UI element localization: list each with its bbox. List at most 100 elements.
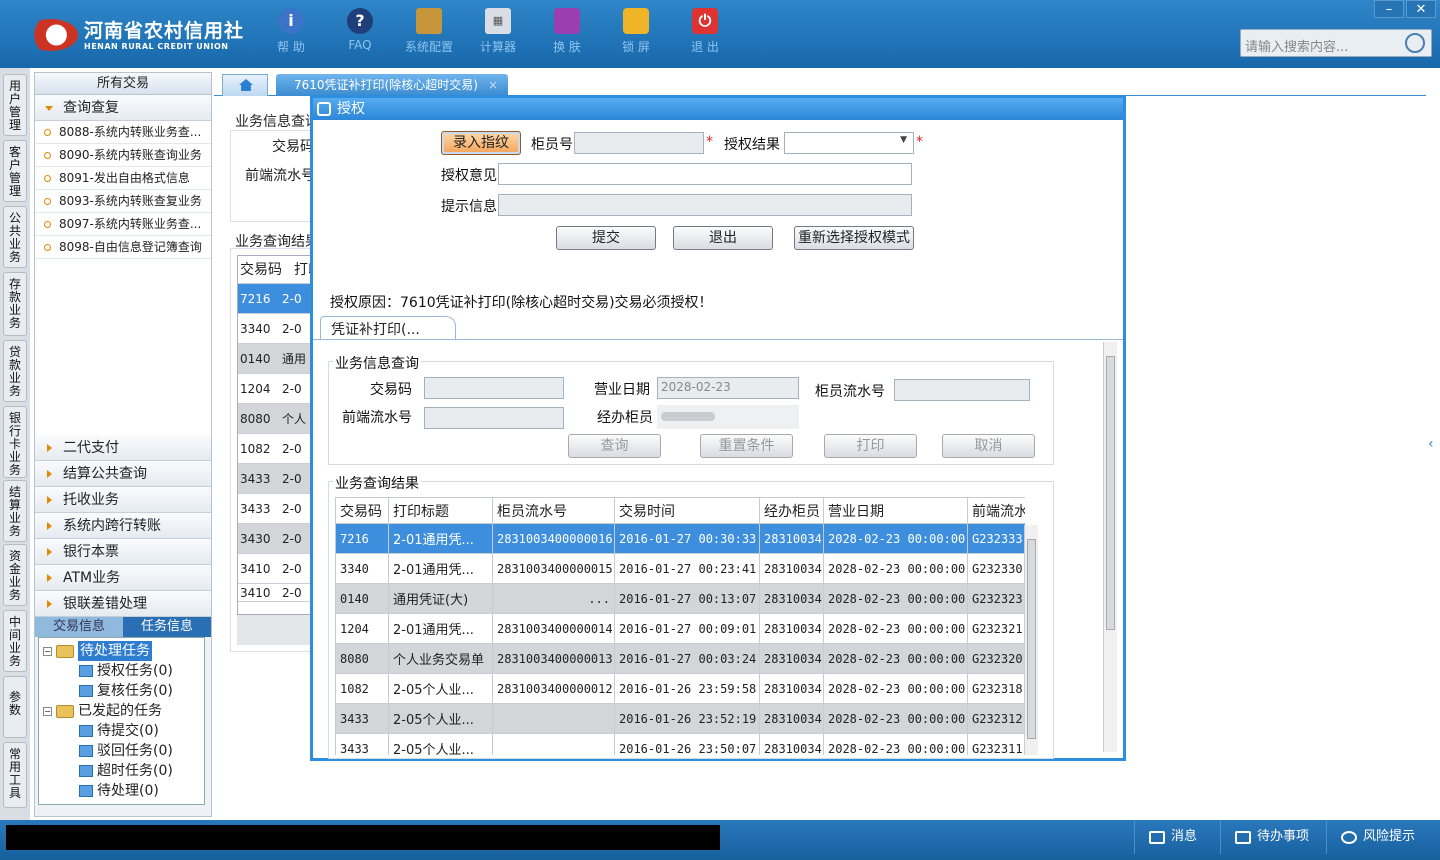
tree-node-to-process[interactable]: 待处理(0) — [39, 781, 204, 801]
tab-task-info[interactable]: 任务信息 — [123, 617, 211, 637]
submit-button[interactable]: 提交 — [556, 226, 656, 250]
checkbox-icon — [1235, 830, 1251, 844]
skin-button[interactable]: 换 肤 — [538, 8, 596, 60]
vtab-public-business[interactable]: 公共业务 — [3, 206, 27, 268]
table-scrollbar[interactable] — [1024, 525, 1038, 755]
toolbox-icon — [416, 8, 442, 34]
auth-result-select[interactable]: ▼ — [784, 132, 914, 154]
tree-node-to-submit[interactable]: 待提交(0) — [39, 721, 204, 741]
group-settlement-public-query[interactable]: 结算公共查询 — [35, 461, 211, 487]
list-item[interactable]: 8088-系统内转账业务查... — [35, 121, 211, 144]
reset-button[interactable]: 重置条件 — [700, 434, 793, 458]
messages-button[interactable]: 消息 — [1134, 820, 1226, 854]
table-row[interactable]: 3430 2-0 — [238, 524, 316, 554]
vtab-loan-business[interactable]: 贷款业务 — [3, 340, 27, 402]
results-table: 交易码 打印标题 柜员流水号 交易时间 经办柜员 营业日期 前端流水 7216 2-01通用凭… — [335, 497, 1025, 755]
system-config-button[interactable]: 系统配置 — [400, 8, 458, 60]
vtab-common-tools[interactable]: 常用工具 — [3, 742, 27, 808]
tab-transaction-info[interactable]: 交易信息 — [35, 617, 123, 637]
cancel-button[interactable]: 取消 — [942, 434, 1035, 458]
exit-button[interactable]: ⏻ 退 出 — [676, 8, 734, 60]
reselect-mode-button[interactable]: 重新选择授权模式 — [794, 226, 914, 250]
table-row[interactable]: 3410 2-0 — [238, 584, 316, 602]
group-interbank-transfer[interactable]: 系统内跨行转账 — [35, 513, 211, 539]
table-row[interactable]: 8080 个人业务交易单 2831003400000013 2016-01-27 00… — [335, 643, 1025, 674]
auth-reason: 授权原因：7610凭证补打印(除核心超时交易)交易必须授权！ — [330, 295, 713, 311]
table-row[interactable]: 3433 2-05个人业... 2016-01-26 23:52:19 2831003… — [335, 703, 1025, 734]
collapse-icon[interactable]: − — [43, 646, 52, 656]
required-marker: * — [706, 134, 713, 150]
lock-screen-button[interactable]: 锁 屏 — [607, 8, 665, 60]
vtab-bank-card[interactable]: 银行卡业务 — [3, 406, 27, 478]
table-row[interactable]: 1082 2-05个人业... 2831003400000012 2016-01-26… — [335, 673, 1025, 704]
table-row[interactable]: 0140 通用 — [238, 344, 316, 374]
group-atm[interactable]: ATM业务 — [35, 565, 211, 591]
vtab-settlement[interactable]: 结算业务 — [3, 480, 27, 542]
table-row[interactable]: 3433 2-05个人业... 2016-01-26 23:50:07 2831003… — [335, 733, 1025, 755]
todo-button[interactable]: 待办事项 — [1220, 820, 1324, 854]
table-row[interactable]: 3433 2-0 — [238, 494, 316, 524]
tab-voucher-reprint[interactable]: 7610凭证补打印(除核心超时交易) × — [276, 74, 508, 96]
exit-dialog-button[interactable]: 退出 — [673, 226, 773, 250]
group-bank-draft[interactable]: 银行本票 — [35, 539, 211, 565]
group-collection[interactable]: 托收业务 — [35, 487, 211, 513]
table-row[interactable]: 0140 通用凭证(大)... 2016-01-27 00:13:07 2831003… — [335, 583, 1025, 614]
print-button[interactable]: 打印 — [824, 434, 917, 458]
table-row[interactable]: 8080 个人 — [238, 404, 316, 434]
close-window-button[interactable]: ✕ — [1406, 0, 1436, 18]
table-row[interactable]: 7216 2-0 — [238, 284, 316, 314]
tree-node-pending[interactable]: − 待处理任务 — [39, 641, 204, 661]
fingerprint-button[interactable]: 录入指纹 — [441, 131, 521, 155]
table-row[interactable]: 1204 2-0 — [238, 374, 316, 404]
sidebar-header: 所有交易 — [35, 73, 211, 95]
tree-node-timeout[interactable]: 超时任务(0) — [39, 761, 204, 781]
table-row[interactable]: 7216 2-01通用凭... 2831003400000016 2016-01-27… — [335, 523, 1025, 554]
tree-node-initiated[interactable]: − 已发起的任务 — [39, 701, 204, 721]
faq-button[interactable]: ? FAQ — [331, 8, 389, 60]
minimize-button[interactable]: – — [1374, 0, 1404, 18]
teller-flow-input[interactable] — [894, 379, 1030, 401]
list-item[interactable]: 8093-系统内转账查复业务 — [35, 190, 211, 213]
home-tab[interactable] — [222, 74, 268, 96]
group-query-reply[interactable]: 查询查复 — [35, 95, 211, 121]
table-row[interactable]: 3410 2-0 — [238, 554, 316, 584]
code-input[interactable] — [424, 377, 564, 399]
front-flow-input[interactable] — [424, 407, 564, 429]
expand-panel-icon[interactable]: ‹ — [1428, 420, 1440, 468]
search-input[interactable]: 请输入搜索内容... — [1240, 29, 1432, 57]
vtab-deposit-business[interactable]: 存款业务 — [3, 272, 27, 336]
table-row[interactable]: 3433 2-0 — [238, 464, 316, 494]
calculator-button[interactable]: ▦ 计算器 — [469, 8, 527, 60]
table-row[interactable]: 3340 2-01通用凭... 2831003400000015 2016-01-27… — [335, 553, 1025, 584]
tab-voucher-subtab[interactable]: 凭证补打印(... — [320, 316, 456, 339]
teller-input[interactable] — [574, 132, 704, 154]
vtab-customer-management[interactable]: 客户管理 — [3, 140, 27, 202]
opinion-input[interactable] — [498, 163, 912, 185]
tree-node-auth-task[interactable]: 授权任务(0) — [39, 661, 204, 681]
help-button[interactable]: i帮 助 — [262, 8, 320, 60]
opinion-label: 授权意见 — [441, 168, 497, 184]
date-input[interactable]: 2028-02-23 — [657, 377, 799, 399]
group-second-gen-payment[interactable]: 二代支付 — [35, 435, 211, 461]
list-item[interactable]: 8090-系统内转账查询业务 — [35, 144, 211, 167]
list-item[interactable]: 8097-系统内转账业务查... — [35, 213, 211, 236]
vtab-intermediate[interactable]: 中间业务 — [3, 610, 27, 672]
list-item[interactable]: 8091-发出自由格式信息 — [35, 167, 211, 190]
search-icon[interactable] — [1405, 33, 1425, 53]
table-row[interactable]: 1204 2-01通用凭... 2831003400000014 2016-01-27… — [335, 613, 1025, 644]
close-tab-icon[interactable]: × — [488, 74, 498, 96]
tree-node-review-task[interactable]: 复核任务(0) — [39, 681, 204, 701]
vtab-parameters[interactable]: 参数 — [3, 676, 27, 738]
query-button[interactable]: 查询 — [568, 434, 661, 458]
list-item[interactable]: 8098-自由信息登记簿查询 — [35, 236, 211, 259]
risk-alert-button[interactable]: 风险提示 — [1326, 820, 1436, 854]
table-row[interactable]: 1082 2-0 — [238, 434, 316, 464]
tree-node-rejected[interactable]: 驳回任务(0) — [39, 741, 204, 761]
teller-label: 柜员号 — [531, 137, 573, 153]
group-unionpay-error[interactable]: 银联差错处理 — [35, 591, 211, 617]
table-row[interactable]: 3340 2-0 — [238, 314, 316, 344]
vtab-fund-business[interactable]: 资金业务 — [3, 544, 27, 606]
dialog-scrollbar[interactable] — [1103, 342, 1117, 752]
collapse-icon[interactable]: − — [43, 706, 52, 716]
vtab-user-management[interactable]: 用户管理 — [3, 74, 27, 136]
